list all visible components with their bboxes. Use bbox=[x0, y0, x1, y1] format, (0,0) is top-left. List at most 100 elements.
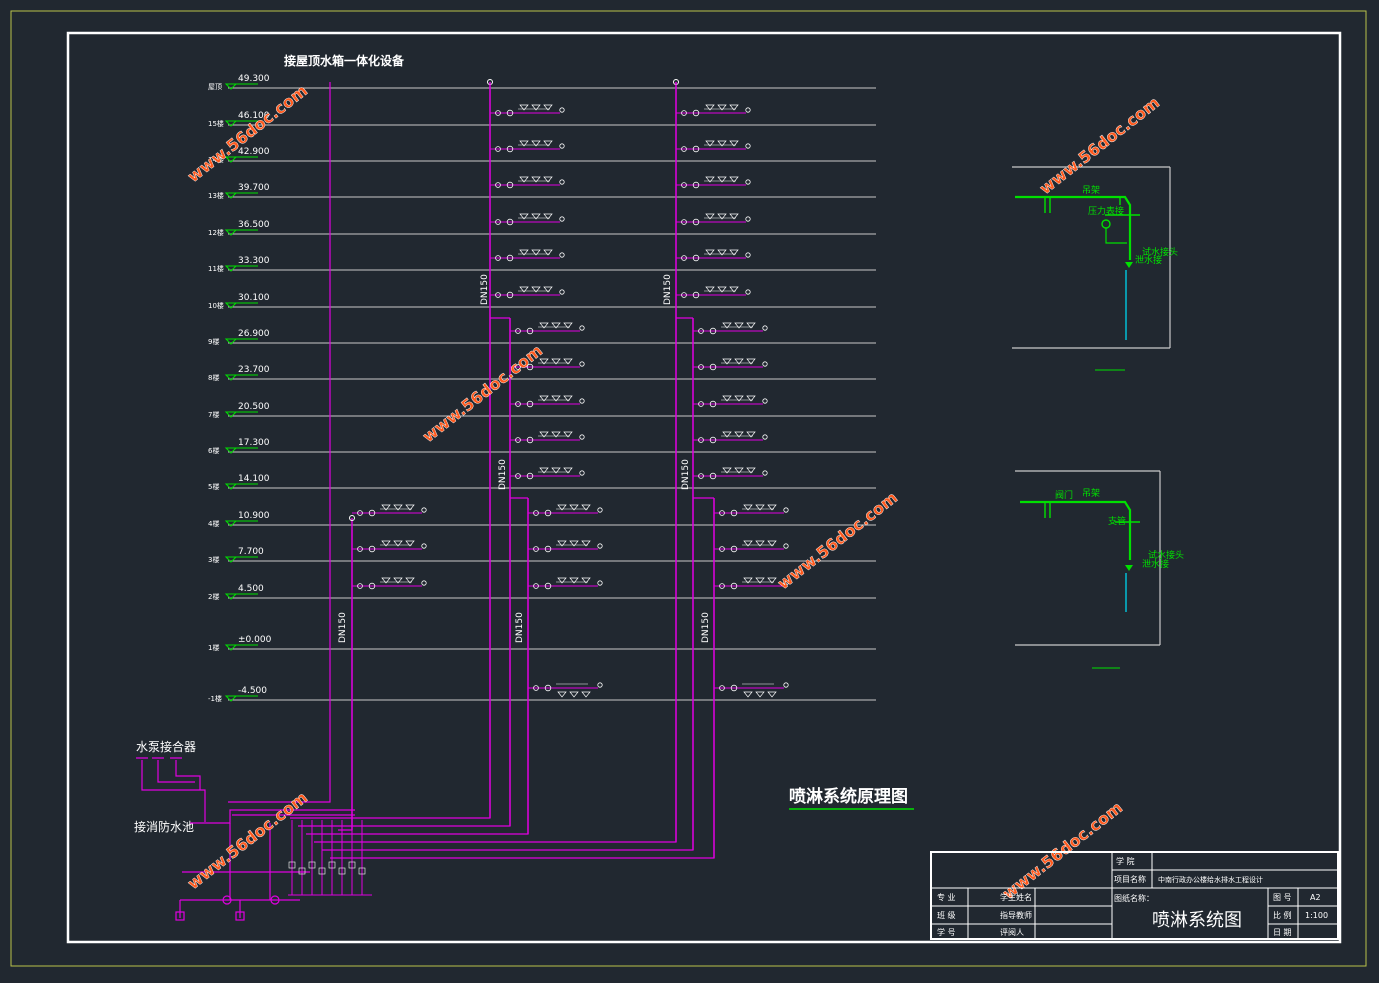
floor-name: 9楼 bbox=[208, 337, 219, 346]
drawing-title: 喷淋系统原理图 bbox=[789, 786, 908, 807]
watermarks: www.56doc.com www.56doc.com www.56doc.co… bbox=[184, 81, 1164, 904]
svg-text:www.56doc.com: www.56doc.com bbox=[999, 798, 1126, 903]
floor-name: 1楼 bbox=[208, 643, 219, 652]
sprinkler-branch bbox=[693, 431, 768, 444]
sprinkler-branch bbox=[714, 504, 789, 517]
floor-name: 12楼 bbox=[208, 228, 224, 237]
svg-text:比 例: 比 例 bbox=[1273, 910, 1292, 920]
floor-elevation: 17.300 bbox=[238, 438, 270, 448]
svg-text:支管: 支管 bbox=[1108, 515, 1126, 527]
svg-text:阀门: 阀门 bbox=[1055, 489, 1073, 501]
floor-name: 11楼 bbox=[208, 264, 224, 273]
svg-text:班 级: 班 级 bbox=[937, 910, 956, 920]
sprinkler-head bbox=[755, 691, 765, 698]
svg-text:www.56doc.com: www.56doc.com bbox=[419, 341, 546, 446]
riser-size-label: DN150 bbox=[701, 612, 711, 643]
floor-name: 3楼 bbox=[208, 555, 219, 564]
svg-text:www.56doc.com: www.56doc.com bbox=[184, 81, 311, 186]
svg-text:www.56doc.com: www.56doc.com bbox=[774, 488, 901, 593]
floor-name: 13楼 bbox=[208, 191, 224, 200]
sprinkler-branch bbox=[693, 395, 768, 408]
sprinkler-branch bbox=[510, 431, 585, 444]
floor-name: 8楼 bbox=[208, 373, 219, 382]
svg-text:泄水接: 泄水接 bbox=[1142, 558, 1169, 570]
floor-elevation: 14.100 bbox=[238, 474, 270, 484]
roof-tank-label: 接屋顶水箱一体化设备 bbox=[284, 53, 405, 68]
sprinkler-branch bbox=[490, 176, 565, 189]
sprinkler-head bbox=[743, 691, 753, 698]
floor-name: -1楼 bbox=[208, 694, 222, 703]
floor-name: 2楼 bbox=[208, 592, 219, 601]
sprinkler-branch bbox=[693, 467, 768, 480]
sprinkler-branch bbox=[528, 504, 603, 517]
svg-text:专 业: 专 业 bbox=[937, 892, 956, 902]
floor-elevation: 49.300 bbox=[238, 74, 270, 84]
floor-name: 10楼 bbox=[208, 301, 224, 310]
floor-elevation: 26.900 bbox=[238, 329, 270, 339]
sprinkler-head bbox=[767, 691, 777, 698]
svg-text:1:100: 1:100 bbox=[1305, 911, 1328, 920]
floor-name: 6楼 bbox=[208, 446, 219, 455]
floor-name: 4楼 bbox=[208, 519, 219, 528]
floor-elevation: 20.500 bbox=[238, 402, 270, 412]
sprinkler-head bbox=[557, 691, 567, 698]
sprinkler-branch bbox=[676, 104, 751, 117]
svg-text:中南行政办公楼给水排水工程设计: 中南行政办公楼给水排水工程设计 bbox=[1158, 875, 1263, 884]
svg-text:指导教师: 指导教师 bbox=[1000, 910, 1032, 920]
sprinkler-branch bbox=[693, 358, 768, 371]
pump-assembly bbox=[136, 82, 355, 921]
floor-elevation: 23.700 bbox=[238, 365, 270, 375]
floor-elevation: ±0.000 bbox=[238, 635, 272, 645]
sprinkler-branch bbox=[693, 322, 768, 335]
riser-size-label: DN150 bbox=[498, 459, 508, 490]
floor-elevation: 39.700 bbox=[238, 183, 270, 193]
floor-name: 5楼 bbox=[208, 482, 219, 491]
floor-levels: 屋顶49.30015楼46.10014楼42.90013楼39.70012楼36… bbox=[208, 74, 876, 703]
title-block-text: 学 院 项目名称 中南行政办公楼给水排水工程设计 图纸名称： 喷淋系统图 专 业… bbox=[937, 856, 1328, 937]
sprinkler-branch bbox=[714, 540, 789, 553]
sprinkler-branch bbox=[352, 577, 427, 590]
svg-text:图 号: 图 号 bbox=[1273, 893, 1292, 902]
sprinkler-branch bbox=[528, 540, 603, 553]
sprinkler-branch bbox=[714, 682, 789, 698]
sprinkler-branch bbox=[352, 504, 427, 517]
floor-elevation: 7.700 bbox=[238, 547, 264, 557]
svg-text:吊架: 吊架 bbox=[1082, 488, 1100, 499]
svg-text:项目名称: 项目名称 bbox=[1114, 874, 1146, 884]
svg-text:评阅人: 评阅人 bbox=[1000, 928, 1024, 937]
riser-size-label: DN150 bbox=[663, 274, 673, 305]
svg-text:喷淋系统图: 喷淋系统图 bbox=[1152, 910, 1242, 931]
riser-size-label: DN150 bbox=[338, 612, 348, 643]
svg-text:日 期: 日 期 bbox=[1273, 928, 1292, 937]
sprinkler-branch bbox=[528, 682, 603, 698]
riser-size-label: DN150 bbox=[515, 612, 525, 643]
svg-text:学 号: 学 号 bbox=[937, 927, 956, 937]
floor-name: 7楼 bbox=[208, 410, 219, 419]
floor-elevation: -4.500 bbox=[238, 686, 267, 696]
sprinkler-branch bbox=[352, 540, 427, 553]
sprinkler-branch bbox=[528, 577, 603, 590]
svg-text:A2: A2 bbox=[1310, 893, 1321, 902]
sprinkler-branch bbox=[490, 286, 565, 299]
sprinkler-branch bbox=[676, 249, 751, 262]
floor-elevation: 36.500 bbox=[238, 220, 270, 230]
svg-text:泄水接: 泄水接 bbox=[1135, 254, 1162, 266]
cad-viewport[interactable]: 屋顶 49.300 15楼 46.100 14楼 42.900 13楼 39.700 12楼 36… bbox=[0, 0, 1379, 979]
floor-elevation: 30.100 bbox=[238, 293, 270, 303]
sprinkler-branch bbox=[490, 104, 565, 117]
svg-text:学 院: 学 院 bbox=[1116, 856, 1135, 866]
riser-size-label: DN150 bbox=[480, 274, 490, 305]
pump-adapter-label: 水泵接合器 bbox=[136, 739, 196, 754]
sprinkler-pipes bbox=[349, 79, 789, 858]
sprinkler-branch bbox=[510, 322, 585, 335]
svg-text:吊架: 吊架 bbox=[1082, 185, 1100, 196]
sprinkler-branch bbox=[490, 213, 565, 226]
riser-size-label: DN150 bbox=[681, 459, 691, 490]
sprinkler-branch bbox=[676, 213, 751, 226]
sprinkler-head bbox=[581, 691, 591, 698]
floor-elevation: 33.300 bbox=[238, 256, 270, 266]
sprinkler-head bbox=[569, 691, 579, 698]
sprinkler-branch bbox=[490, 249, 565, 262]
floor-name: 15楼 bbox=[208, 119, 224, 128]
svg-text:图纸名称：: 图纸名称： bbox=[1114, 893, 1154, 903]
